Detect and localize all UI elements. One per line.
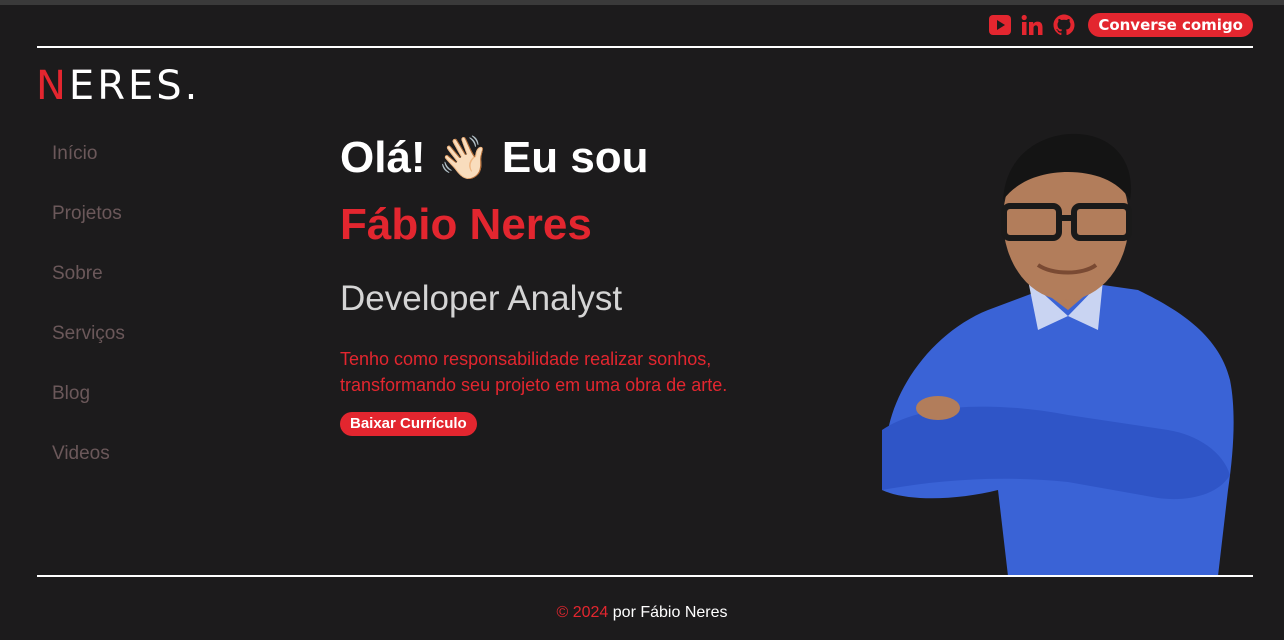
hero-section: Olá! 👋🏻 Eu sou Fábio Neres Developer Ana… (340, 130, 860, 436)
waving-hand-icon: 👋🏻 (437, 134, 490, 181)
header-top-bar: Converse comigo (988, 12, 1253, 38)
youtube-icon[interactable] (988, 13, 1012, 37)
nav-item-videos[interactable]: Videos (52, 438, 125, 498)
footer-divider (37, 575, 1253, 577)
contact-me-button[interactable]: Converse comigo (1088, 13, 1253, 37)
nav-item-sobre[interactable]: Sobre (52, 258, 125, 318)
nav-item-servicos[interactable]: Serviços (52, 318, 125, 378)
footer: © 2024 por Fábio Neres (0, 602, 1284, 624)
profile-photo (878, 130, 1238, 576)
job-title: Developer Analyst (340, 279, 623, 318)
footer-credit: por Fábio Neres (612, 604, 728, 621)
nav-item-projetos[interactable]: Projetos (52, 198, 125, 258)
download-cv-button[interactable]: Baixar Currículo (340, 412, 477, 436)
sidebar-nav: Início Projetos Sobre Serviços Blog Vide… (52, 138, 125, 498)
tagline: Tenho como responsabilidade realizar son… (340, 346, 810, 398)
linkedin-icon[interactable] (1020, 13, 1044, 37)
nav-item-blog[interactable]: Blog (52, 378, 125, 438)
site-logo[interactable]: NERES. (36, 62, 200, 110)
browser-top-strip (0, 0, 1284, 5)
logo-rest: ERES. (68, 63, 201, 109)
copyright-year: © 2024 (556, 604, 609, 621)
person-name: Fábio Neres (340, 200, 592, 249)
header-divider (37, 46, 1253, 48)
greeting-heading: Olá! 👋🏻 Eu sou (340, 130, 860, 186)
tagline-line-2: transformando seu projeto em uma obra de… (340, 375, 728, 395)
tagline-line-1: Tenho como responsabilidade realizar son… (340, 349, 712, 369)
nav-item-inicio[interactable]: Início (52, 138, 125, 198)
logo-first-letter: N (36, 63, 69, 109)
github-icon[interactable] (1052, 13, 1076, 37)
greeting-i-am: Eu sou (501, 133, 649, 182)
greeting-hello: Olá! (340, 133, 426, 182)
